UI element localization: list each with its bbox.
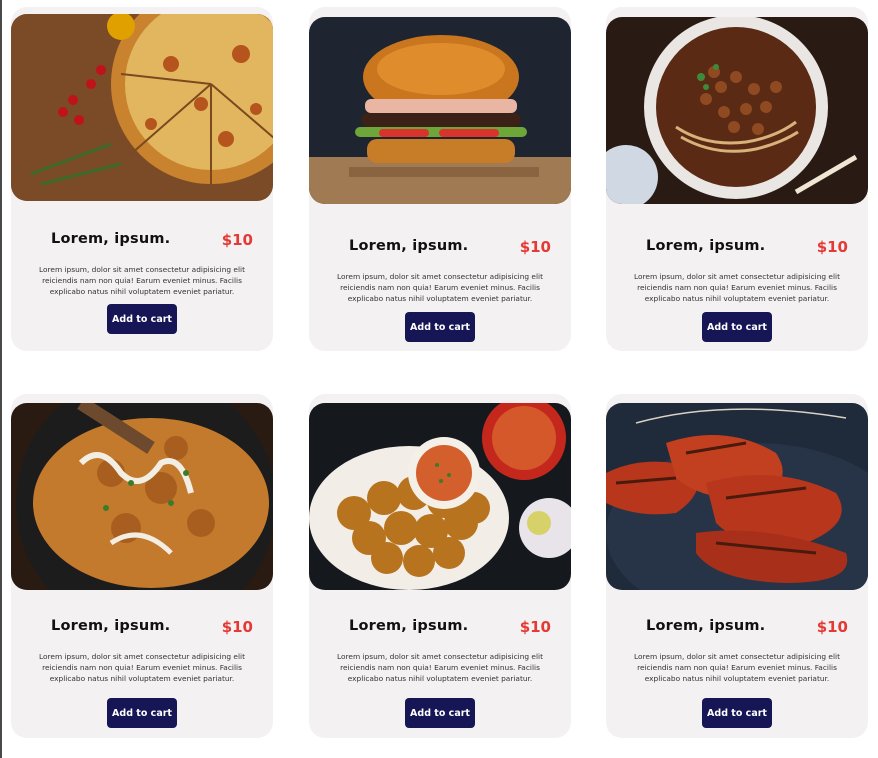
product-card-curry: Lorem, ipsum. $10 Lorem ipsum, dolor sit…	[11, 394, 273, 738]
product-price: $10	[816, 238, 848, 256]
product-card-burger: Lorem, ipsum. $10 Lorem ipsum, dolor sit…	[309, 7, 571, 351]
product-title: Lorem, ipsum.	[646, 238, 766, 254]
tandoori-chicken-image	[606, 403, 868, 590]
noodle-soup-image	[606, 17, 868, 204]
product-card-pizza: Lorem, ipsum. $10 Lorem ipsum, dolor sit…	[11, 7, 273, 351]
add-to-cart-button[interactable]: Add to cart	[107, 304, 177, 334]
product-price: $10	[221, 618, 253, 636]
product-title: Lorem, ipsum.	[646, 618, 766, 634]
product-grid: Lorem, ipsum. $10 Lorem ipsum, dolor sit…	[0, 0, 878, 758]
product-title: Lorem, ipsum.	[349, 618, 469, 634]
product-card-noodle-soup: Lorem, ipsum. $10 Lorem ipsum, dolor sit…	[606, 7, 868, 351]
curry-image	[11, 403, 273, 590]
product-title: Lorem, ipsum.	[51, 231, 171, 247]
product-description: Lorem ipsum, dolor sit amet consectetur …	[337, 652, 543, 683]
product-description: Lorem ipsum, dolor sit amet consectetur …	[337, 272, 543, 303]
product-description: Lorem ipsum, dolor sit amet consectetur …	[39, 652, 245, 683]
product-price: $10	[519, 238, 551, 256]
product-title: Lorem, ipsum.	[349, 238, 469, 254]
product-price: $10	[221, 231, 253, 249]
product-price: $10	[816, 618, 848, 636]
product-price: $10	[519, 618, 551, 636]
product-description: Lorem ipsum, dolor sit amet consectetur …	[39, 265, 245, 296]
burger-image	[309, 17, 571, 204]
add-to-cart-button[interactable]: Add to cart	[702, 698, 772, 728]
add-to-cart-button[interactable]: Add to cart	[405, 698, 475, 728]
add-to-cart-button[interactable]: Add to cart	[107, 698, 177, 728]
pizza-image	[11, 14, 273, 201]
add-to-cart-button[interactable]: Add to cart	[405, 312, 475, 342]
pav-bhaji-image	[309, 403, 571, 590]
product-description: Lorem ipsum, dolor sit amet consectetur …	[634, 272, 840, 303]
product-description: Lorem ipsum, dolor sit amet consectetur …	[634, 652, 840, 683]
product-card-pav-bhaji: Lorem, ipsum. $10 Lorem ipsum, dolor sit…	[309, 394, 571, 738]
product-card-tandoori-chicken: Lorem, ipsum. $10 Lorem ipsum, dolor sit…	[606, 394, 868, 738]
add-to-cart-button[interactable]: Add to cart	[702, 312, 772, 342]
product-title: Lorem, ipsum.	[51, 618, 171, 634]
